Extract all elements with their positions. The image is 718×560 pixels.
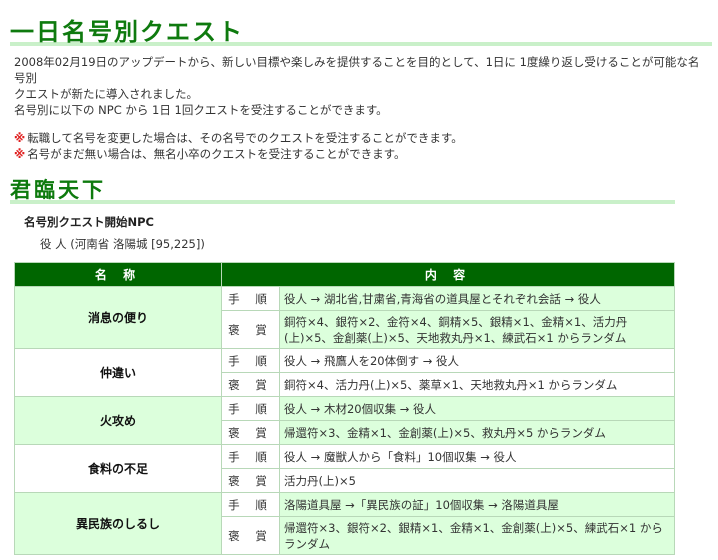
table-row: 異民族のしるし 手 順 洛陽道具屋 →「異民族の証」10個収集 → 洛陽道具屋 [14,492,675,555]
table-row: 火攻め 手 順 役人 → 木材20個収集 → 役人 [14,396,675,445]
note-item: ※ 転職して名号を変更した場合は、その名号でのクエストを受注することができます。 [14,130,704,146]
intro-line: クエストが新たに導入されました。 [14,87,198,101]
page-title: 一日名号別クエスト [10,17,244,46]
quest-reward: 活力丹(上)×5 [279,468,675,493]
table-row: 消息の便り 手 順 役人 → 湖北省,甘粛省,青海省の道具屋とそれぞれ会話 → … [14,286,675,349]
section-title-bar: 君臨天下 [10,174,675,204]
quest-reward: 帰還符×3、金精×1、金創薬(上)×5、救丸丹×5 からランダム [279,420,675,445]
note-item: ※ 名号がまだ無い場合は、無名小卒のクエストを受注することができます。 [14,146,704,162]
reward-label: 褒 賞 [221,420,280,445]
note-text: 転職して名号を変更した場合は、その名号でのクエストを受注することができます。 [27,131,463,145]
quest-reward: 帰還符×3、銀符×2、銀精×1、金精×1、金創薬(上)×5、練武石×1 からラン… [279,516,675,555]
quest-table: 名 称 内 容 消息の便り 手 順 役人 → 湖北省,甘粛省,青海省の道具屋とそ… [14,262,675,555]
page-title-bar: 一日名号別クエスト [10,8,712,46]
quest-name: 火攻め [14,396,222,445]
procedure-label: 手 順 [221,348,280,373]
table-header-row: 名 称 内 容 [14,262,675,287]
quest-reward: 銅符×4、銀符×2、金符×4、銅精×5、銀精×1、金精×1、活力丹(上)×5、金… [279,310,675,349]
section-title: 君臨天下 [10,177,106,202]
column-header-content: 内 容 [221,262,675,287]
note-mark-icon: ※ [14,147,26,161]
quest-procedure: 洛陽道具屋 →「異民族の証」10個収集 → 洛陽道具屋 [279,492,675,517]
procedure-label: 手 順 [221,492,280,517]
intro-line: 名号別に以下の NPC から 1日 1回クエストを受注することができます。 [14,103,388,117]
quest-reward: 銅符×4、活力丹(上)×5、薬草×1、天地救丸丹×1 からランダム [279,372,675,397]
quest-procedure: 役人 → 木材20個収集 → 役人 [279,396,675,421]
reward-label: 褒 賞 [221,516,280,555]
quest-procedure: 役人 → 飛鷹人を20体倒す → 役人 [279,348,675,373]
procedure-label: 手 順 [221,396,280,421]
reward-label: 褒 賞 [221,468,280,493]
note-mark-icon: ※ [14,131,26,145]
npc-heading: 名号別クエスト開始NPC [24,215,154,229]
quest-procedure: 役人 → 魔獣人から「食料」10個収集 → 役人 [279,444,675,469]
quest-name: 仲違い [14,348,222,397]
quest-name: 異民族のしるし [14,492,222,555]
table-row: 仲違い 手 順 役人 → 飛鷹人を20体倒す → 役人 [14,348,675,397]
quest-name: 食料の不足 [14,444,222,493]
note-text: 名号がまだ無い場合は、無名小卒のクエストを受注することができます。 [27,147,406,161]
reward-label: 褒 賞 [221,372,280,397]
npc-location: 役 人 (河南省 洛陽城 [95,225]) [40,237,205,251]
quest-procedure: 役人 → 湖北省,甘粛省,青海省の道具屋とそれぞれ会話 → 役人 [279,286,675,311]
reward-label: 褒 賞 [221,310,280,349]
table-row: 食料の不足 手 順 役人 → 魔獣人から「食料」10個収集 → 役人 [14,444,675,493]
procedure-label: 手 順 [221,286,280,311]
notes-list: ※ 転職して名号を変更した場合は、その名号でのクエストを受注することができます。 … [14,130,704,162]
intro-line: 2008年02月19日のアップデートから、新しい目標や楽しみを提供することを目的… [14,55,700,85]
quest-name: 消息の便り [14,286,222,349]
intro-paragraph: 2008年02月19日のアップデートから、新しい目標や楽しみを提供することを目的… [14,54,704,118]
procedure-label: 手 順 [221,444,280,469]
column-header-name: 名 称 [14,262,222,287]
